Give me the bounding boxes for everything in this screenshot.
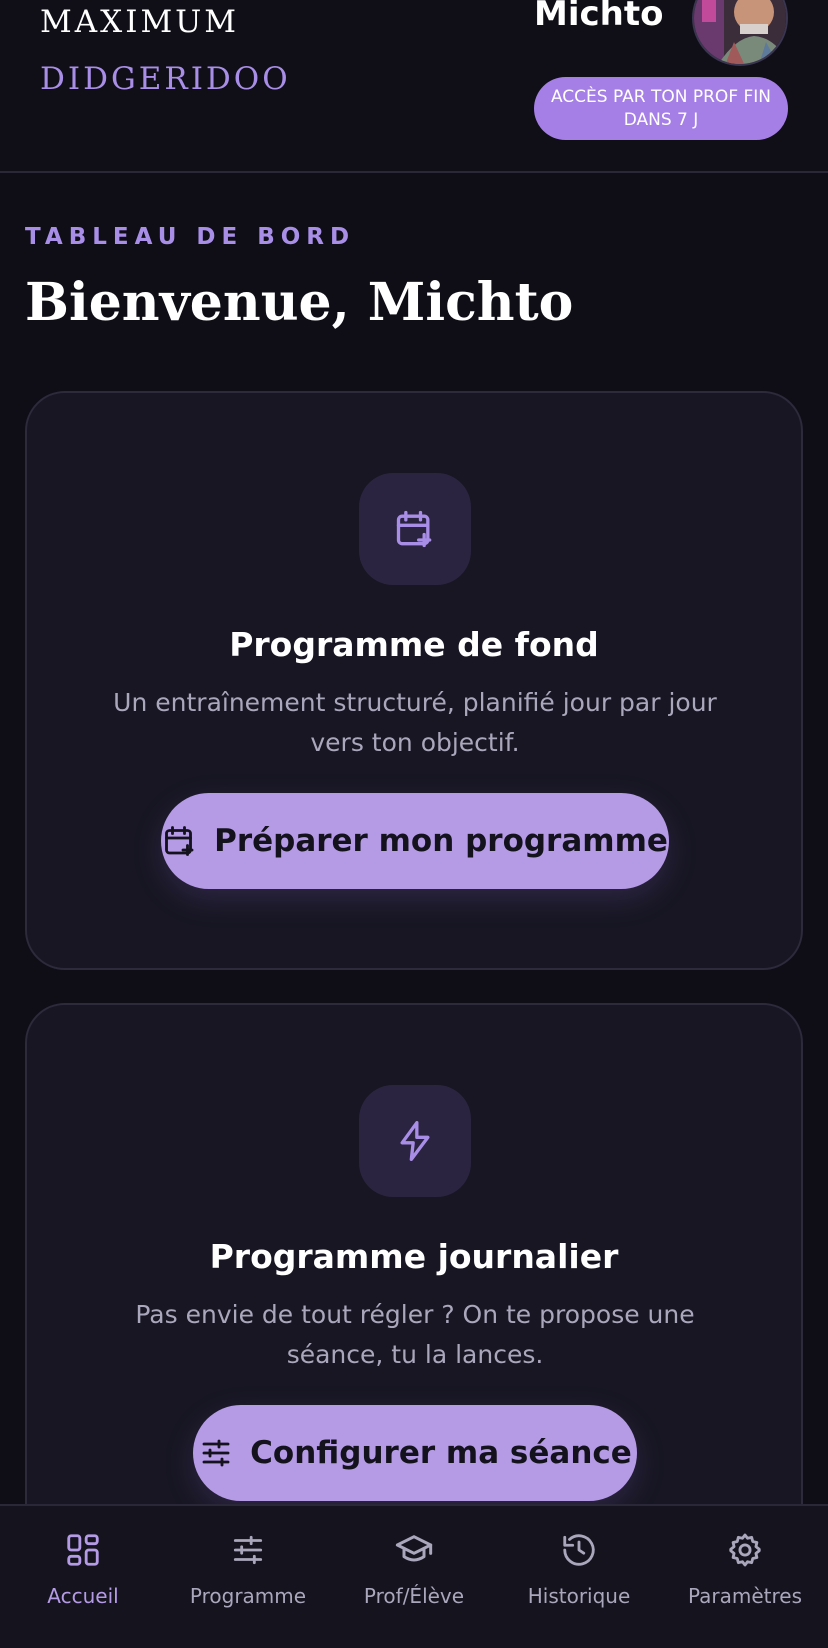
card-description: Pas envie de tout régler ? On te propose… (135, 1300, 695, 1369)
button-label: Préparer mon programme (214, 823, 668, 859)
calendar-plus-icon (359, 473, 471, 585)
sliders-icon (198, 1435, 234, 1471)
nav-item-parametres[interactable]: Paramètres (662, 1506, 828, 1648)
avatar-photo (694, 0, 786, 64)
graduation-cap-icon (394, 1530, 434, 1570)
lightning-icon (359, 1085, 471, 1197)
avatar[interactable] (692, 0, 788, 66)
nav-label: Programme (189, 1584, 307, 1608)
nav-label: Paramètres (687, 1584, 803, 1608)
brand-logo-line2[interactable]: DIDGERIDOO (40, 61, 291, 97)
card-description: Un entraînement structuré, planifié jour… (113, 688, 717, 757)
bottom-navigation: Accueil Programme Prof/Élève Historique … (0, 1504, 828, 1648)
card-title: Programme journalier (209, 1237, 619, 1276)
nav-item-programme[interactable]: Programme (165, 1506, 331, 1648)
nav-item-historique[interactable]: Historique (496, 1506, 662, 1648)
gear-icon (726, 1530, 764, 1570)
nav-label: Prof/Élève (363, 1584, 465, 1608)
button-label: Configurer ma séance (250, 1435, 632, 1471)
nav-label: Accueil (47, 1584, 119, 1608)
calendar-plus-icon (162, 823, 198, 859)
sliders-icon (229, 1530, 267, 1570)
program-background-card: Programme de fond Un entraînement struct… (25, 391, 803, 970)
access-status-badge[interactable]: ACCÈS PAR TON PROF FIN DANS 7 J (534, 77, 788, 140)
user-name: Michto (534, 0, 664, 34)
prepare-program-button[interactable]: Préparer mon programme (161, 793, 669, 889)
dashboard-icon (64, 1530, 102, 1570)
configure-session-button[interactable]: Configurer ma séance (193, 1405, 637, 1501)
section-eyebrow: TABLEAU DE BORD (25, 224, 356, 250)
page-title: Bienvenue, Michto (25, 272, 574, 333)
app-header: MAXIMUM DIDGERIDOO Michto ACCÈS PAR TON … (0, 0, 828, 173)
card-title: Programme de fond (229, 625, 599, 664)
brand-logo-line1[interactable]: MAXIMUM (40, 4, 239, 40)
history-icon (560, 1530, 598, 1570)
nav-item-accueil[interactable]: Accueil (0, 1506, 166, 1648)
nav-item-prof-eleve[interactable]: Prof/Élève (331, 1506, 497, 1648)
nav-label: Historique (527, 1584, 631, 1608)
